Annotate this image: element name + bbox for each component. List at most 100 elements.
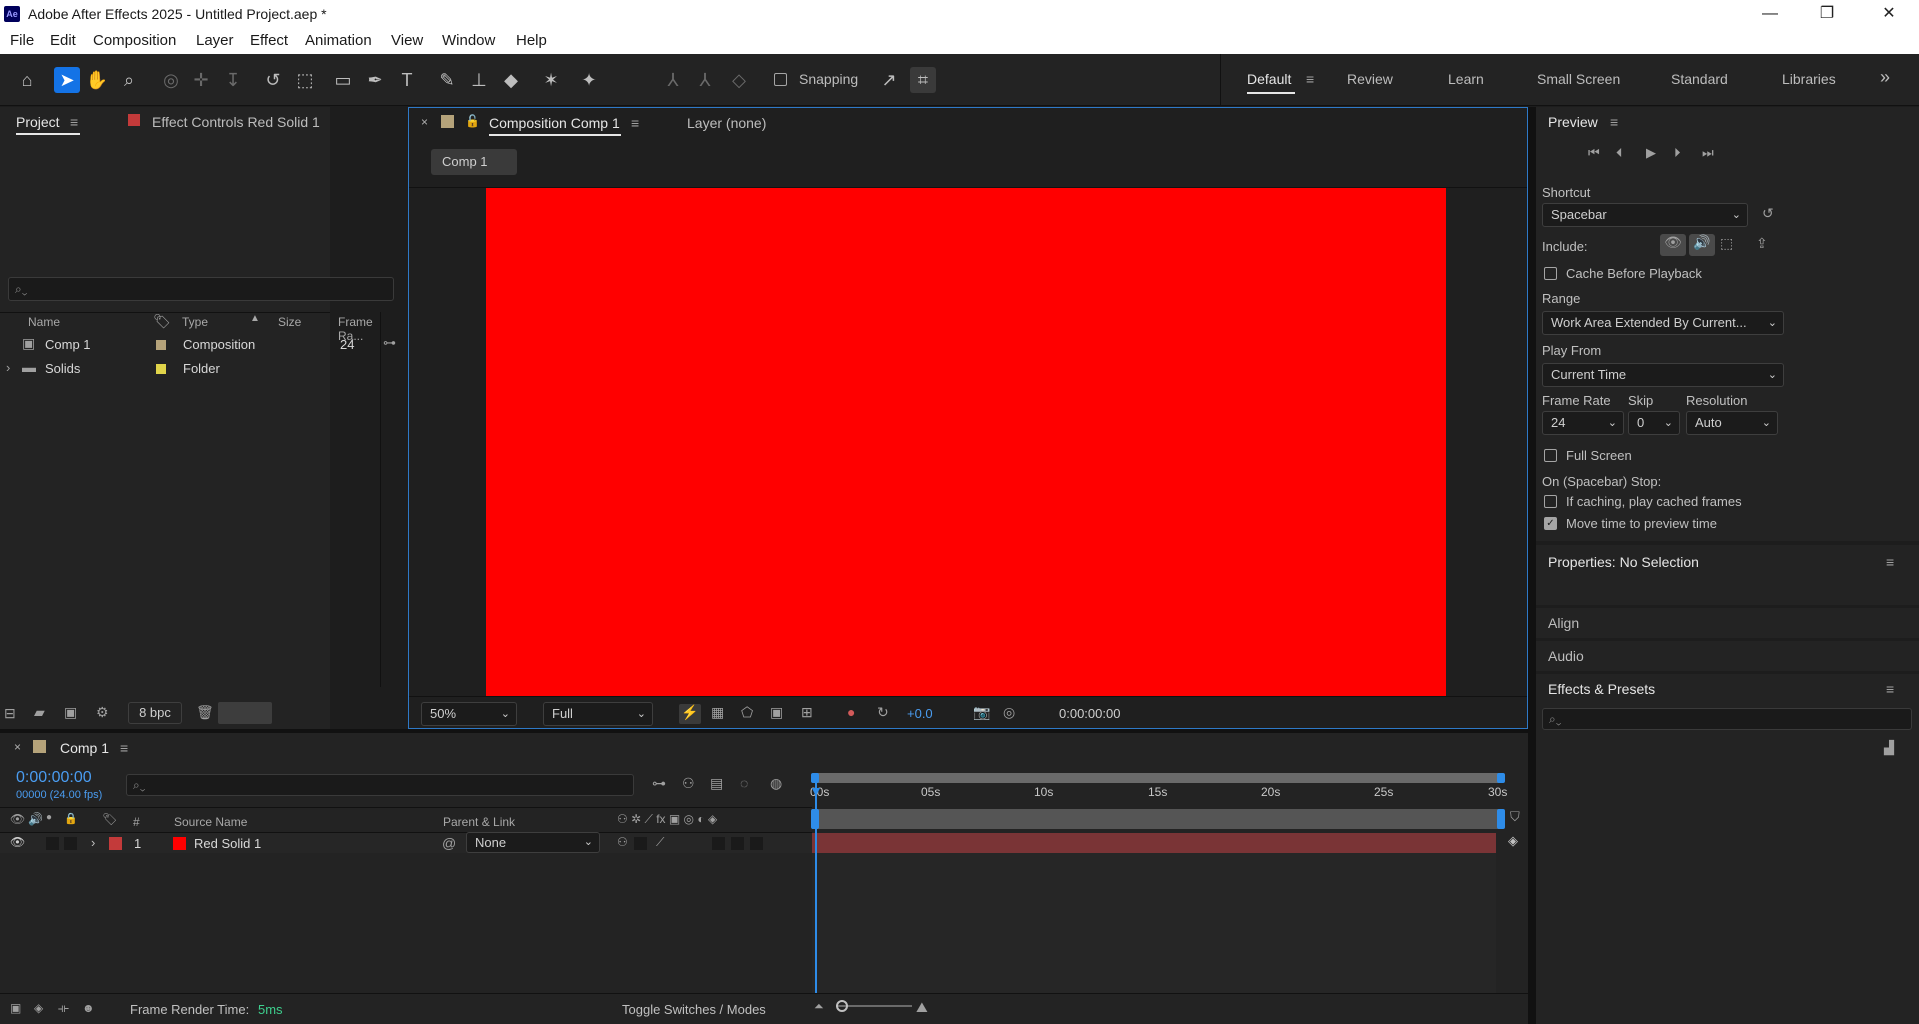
pen-tool-icon[interactable]: ✒ [362,67,388,93]
exposure-value[interactable]: +0.0 [907,706,933,721]
work-area-end-handle[interactable] [1497,773,1505,783]
snapshot-camera-icon[interactable]: 📷 [973,704,990,721]
column-name[interactable]: Name [28,315,60,329]
zoom-dropdown[interactable]: 50% ⌄ [421,702,517,726]
lock-icon[interactable]: 🔒 [64,812,78,825]
selection-tool-icon[interactable]: ➤ [54,67,80,93]
parent-dropdown[interactable]: None ⌄ [466,832,600,853]
grid-guides-icon[interactable]: ⊞ [801,704,813,721]
rotation-tool-icon[interactable]: ↺ [260,67,286,93]
new-composition-icon[interactable]: ▣ [64,704,77,721]
flowchart-icon[interactable]: ⊶ [383,335,396,351]
close-tab-icon[interactable]: × [14,740,21,754]
puppet-pin-icon[interactable]: ✦ [576,67,602,93]
workspace-learn[interactable]: Learn [1448,71,1484,87]
workspace-default[interactable]: Default [1247,71,1291,87]
comp-duration-bar[interactable] [812,809,1502,829]
layer-switches-toggle-icon[interactable]: ▣ [10,1001,21,1015]
transfer-controls-toggle-icon[interactable]: ◈ [34,1001,43,1015]
restore-button[interactable]: ❐ [1804,2,1850,26]
render-time-toggle-icon[interactable]: ☻ [82,1001,95,1015]
work-area-bar[interactable] [812,773,1504,783]
timeline-timecode[interactable]: 0:00:00:00 [16,769,92,787]
collapse-switch[interactable] [634,837,647,850]
sort-ascending-icon[interactable]: ▲ [250,313,260,324]
in-out-toggle-icon[interactable]: ⟛ [58,1001,69,1016]
composition-menu-icon[interactable]: ≡ [631,115,639,131]
timeline-track-area[interactable] [812,853,1496,993]
draft-3d-icon[interactable]: ⚇ [682,775,695,792]
play-from-dropdown[interactable]: Current Time ⌄ [1542,363,1784,387]
menu-composition[interactable]: Composition [93,32,176,49]
frame-rate-dropdown[interactable]: 24 ⌄ [1542,411,1624,435]
tab-project[interactable]: Project [16,114,60,130]
menu-help[interactable]: Help [516,32,547,49]
current-time-indicator[interactable] [815,777,817,993]
menu-window[interactable]: Window [442,32,495,49]
minimize-button[interactable]: — [1747,2,1793,26]
work-area-end-marker[interactable] [1497,809,1505,829]
world-axis-icon[interactable]: ⅄ [692,67,718,93]
scrollbar-track[interactable] [380,312,381,687]
frame-blending-icon[interactable]: ◌ [740,775,748,791]
pan-camera-icon[interactable]: ✛ [188,67,214,93]
hide-shy-layers-icon[interactable]: ▤ [710,775,723,792]
audio-icon[interactable]: 🔊 [28,812,43,826]
roto-brush-icon[interactable]: ✶ [538,67,564,93]
workspace-standard[interactable]: Standard [1671,71,1728,87]
view-axis-icon[interactable]: ◇ [726,67,752,93]
label-column-icon[interactable]: 🏷 [102,812,117,826]
include-overlays-icon[interactable]: ⬚ [1720,235,1733,252]
comp-breadcrumb[interactable]: Comp 1 [431,149,517,175]
zoom-tool-icon[interactable]: ⌕ [116,67,142,93]
snap-feature-icon[interactable]: ⌗ [910,67,936,93]
motion-blur-switch[interactable] [712,837,725,850]
type-tool-icon[interactable]: T [394,67,420,93]
column-size[interactable]: Size [278,315,301,329]
show-snapshot-icon[interactable]: ◎ [1003,704,1015,721]
audio-panel[interactable]: Audio [1536,641,1919,671]
project-search-input[interactable]: ⌕⌄ [8,277,394,301]
layer-label-swatch[interactable] [109,837,122,850]
resolution-preview-dropdown[interactable]: Auto ⌄ [1686,411,1778,435]
visibility-eye-icon[interactable]: 👁 [10,835,25,849]
project-item-row[interactable]: ▣ Comp 1 Composition 24 ⊶ [0,333,396,355]
workspace-libraries[interactable]: Libraries [1782,71,1836,87]
project-menu-icon[interactable]: ≡ [70,114,78,130]
clone-stamp-icon[interactable]: ⊥ [466,67,492,93]
menu-edit[interactable]: Edit [50,32,76,49]
color-channels-icon[interactable]: ● [847,704,855,720]
panel-splitter[interactable] [1528,107,1536,1024]
close-tab-icon[interactable]: × [421,115,428,129]
range-dropdown[interactable]: Work Area Extended By Current... ⌄ [1542,311,1784,335]
tab-composition[interactable]: Composition Comp 1 [489,115,620,131]
playhead-icon[interactable]: ▼ [809,783,823,799]
properties-menu-icon[interactable]: ≡ [1886,554,1894,570]
expand-chevron-icon[interactable]: › [6,360,10,375]
solo-switch[interactable] [46,837,59,850]
new-folder-icon[interactable]: ▰ [34,704,45,721]
tab-layer[interactable]: Layer (none) [687,115,766,131]
shy-switch-icon[interactable]: ⚇ [617,835,628,849]
close-window-button[interactable]: ✕ [1866,2,1912,26]
project-item-row[interactable]: › ▬ Solids Folder [0,357,380,379]
full-screen-checkbox[interactable] [1544,449,1557,462]
switches-column-icons[interactable]: ⚇ ✲ ⟋ fx ▣ ◎ ◐ ◈ [617,812,717,827]
comp-mini-flowchart-icon[interactable]: ⊶ [652,775,666,792]
effects-menu-icon[interactable]: ≡ [1886,681,1894,697]
red-solid-canvas[interactable] [486,188,1446,696]
menu-view[interactable]: View [391,32,423,49]
last-frame-icon[interactable]: ⏭ [1702,145,1714,161]
zoom-in-icon[interactable]: ⛰ [916,999,928,1016]
video-visibility-icon[interactable]: 👁 [10,812,25,826]
eraser-tool-icon[interactable]: ◆ [498,67,524,93]
if-caching-checkbox[interactable] [1544,495,1557,508]
expand-chevron-icon[interactable]: › [91,835,95,850]
timeline-zoom-handle[interactable] [836,1000,848,1012]
column-source-name[interactable]: Source Name [174,815,247,829]
comp-marker-bin-icon[interactable]: ⛉ [1510,809,1520,825]
layer-row[interactable]: 👁 › 1 Red Solid 1 @ None ⌄ ⚇ ⟋ [0,832,812,853]
quality-switch-icon[interactable]: ⟋ [656,835,664,850]
cache-before-playback-checkbox[interactable] [1544,267,1557,280]
local-axis-icon[interactable]: ⅄ [660,67,686,93]
